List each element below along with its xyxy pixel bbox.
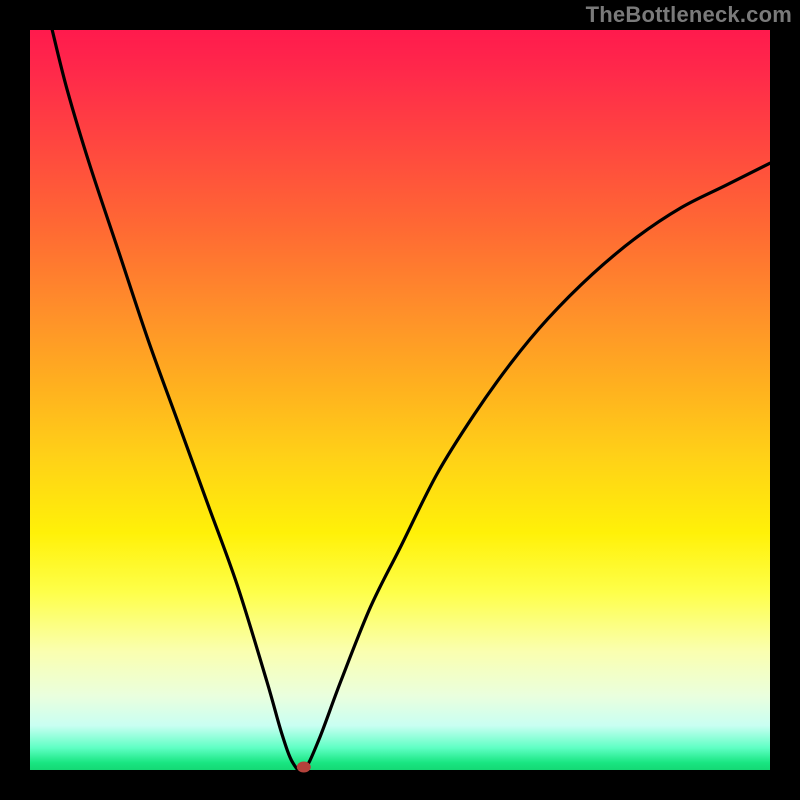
chart-frame: TheBottleneck.com (0, 0, 800, 800)
curve-layer (30, 30, 770, 770)
plot-area (30, 30, 770, 770)
bottleneck-curve (52, 30, 770, 771)
attribution-label: TheBottleneck.com (586, 2, 792, 28)
optimum-marker (297, 762, 311, 773)
